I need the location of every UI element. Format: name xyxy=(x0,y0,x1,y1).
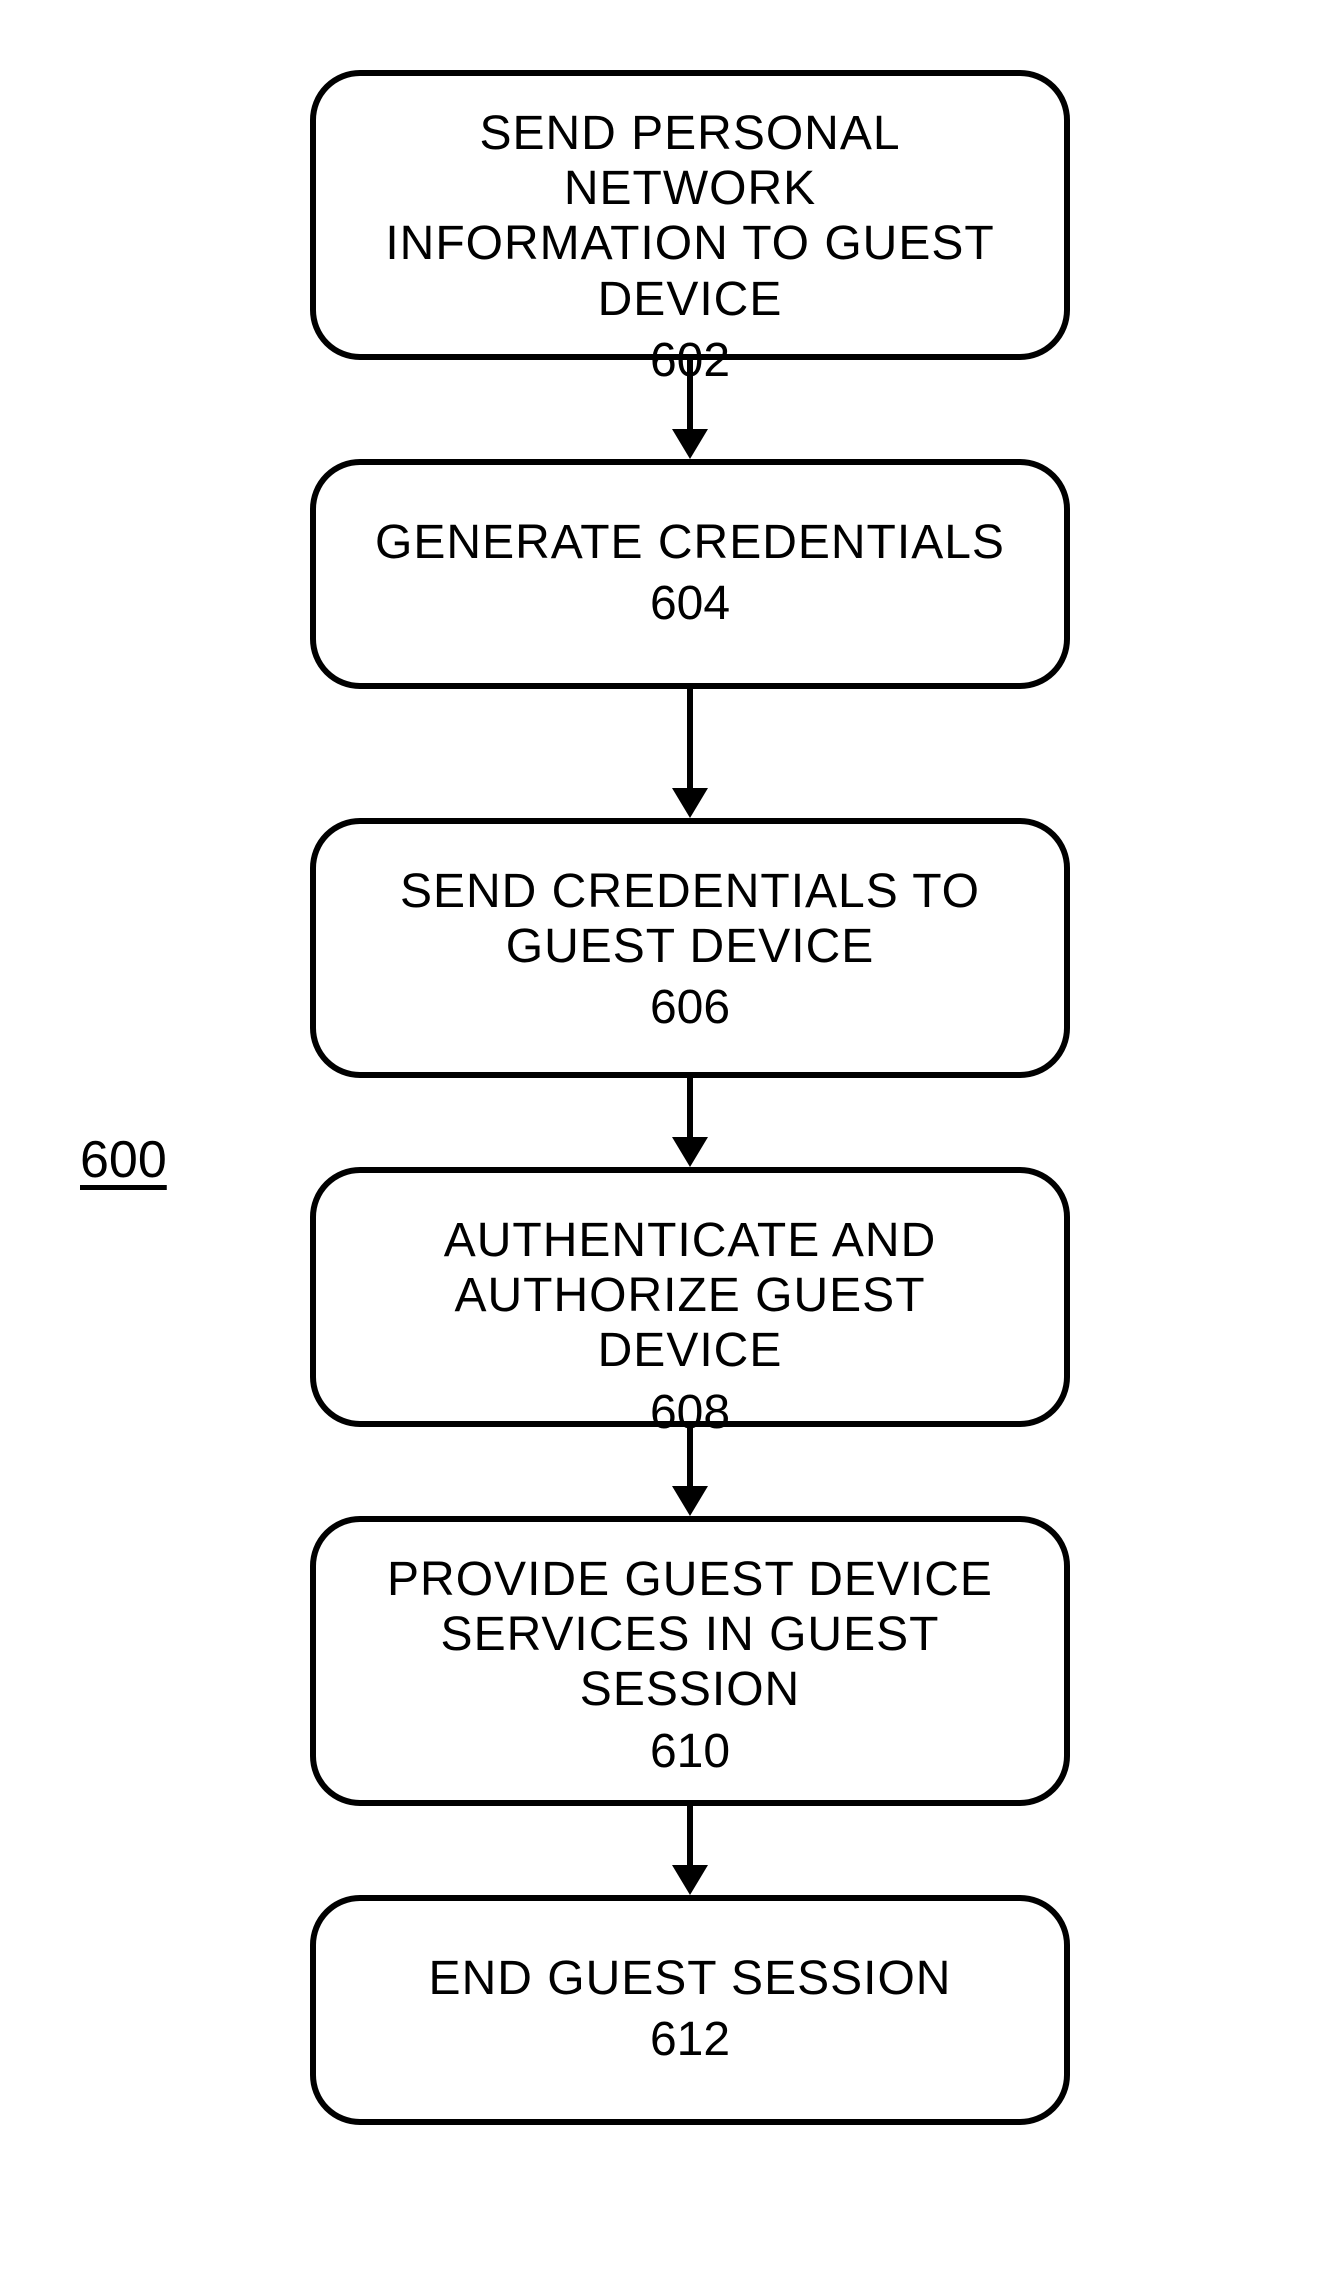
flowchart: SEND PERSONAL NETWORK INFORMATION TO GUE… xyxy=(310,70,1070,2125)
flow-step-label: PROVIDE GUEST DEVICE SERVICES IN GUEST S… xyxy=(356,1552,1024,1718)
flow-step-label: SEND PERSONAL NETWORK INFORMATION TO GUE… xyxy=(356,106,1024,327)
flow-step-label: SEND CREDENTIALS TO GUEST DEVICE xyxy=(356,864,1024,974)
flow-step-612: END GUEST SESSION 612 xyxy=(310,1895,1070,2125)
flow-step-602: SEND PERSONAL NETWORK INFORMATION TO GUE… xyxy=(310,70,1070,360)
flow-arrow xyxy=(672,1806,708,1895)
flow-step-604: GENERATE CREDENTIALS 604 xyxy=(310,459,1070,689)
flow-step-label: END GUEST SESSION xyxy=(356,1951,1024,2006)
flow-arrow xyxy=(672,360,708,459)
flow-step-label: AUTHENTICATE AND AUTHORIZE GUEST DEVICE xyxy=(356,1213,1024,1379)
flow-step-608: AUTHENTICATE AND AUTHORIZE GUEST DEVICE … xyxy=(310,1167,1070,1427)
flow-step-610: PROVIDE GUEST DEVICE SERVICES IN GUEST S… xyxy=(310,1516,1070,1806)
figure-number-label: 600 xyxy=(80,1130,167,1190)
flow-step-606: SEND CREDENTIALS TO GUEST DEVICE 606 xyxy=(310,818,1070,1078)
flow-step-label: GENERATE CREDENTIALS xyxy=(356,515,1024,570)
flow-step-number: 604 xyxy=(356,576,1024,631)
flow-arrow xyxy=(672,1427,708,1516)
flow-step-number: 610 xyxy=(356,1724,1024,1779)
flow-step-number: 606 xyxy=(356,980,1024,1035)
flow-arrow xyxy=(672,1078,708,1167)
flow-arrow xyxy=(672,689,708,818)
diagram-canvas: 600 SEND PERSONAL NETWORK INFORMATION TO… xyxy=(0,0,1324,2288)
flow-step-number: 612 xyxy=(356,2012,1024,2067)
